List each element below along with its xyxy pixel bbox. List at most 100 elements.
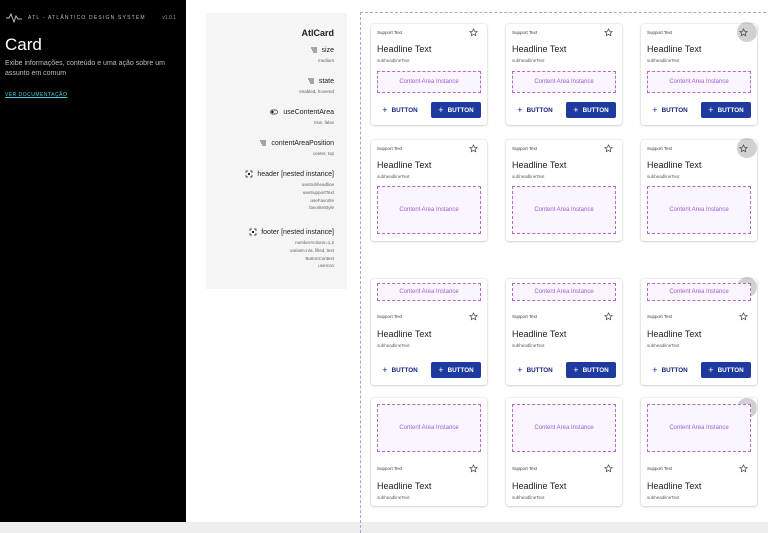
properties-panel: AtlCard size medium state enabled, hover… (206, 13, 347, 289)
card-variant[interactable]: Content Area Instance Support Text Headl… (506, 279, 622, 385)
card-variant-hovered[interactable]: Content Area Instance Support Text Headl… (641, 277, 757, 385)
prop-value: useSubheadline (301, 182, 334, 187)
star-outline-icon[interactable] (739, 28, 748, 37)
card-variant-hovered[interactable]: Support Text Headline Text subheadlineTe… (641, 22, 757, 125)
prop-value: variant=n/a, filled, text (290, 247, 334, 253)
toggle-icon (270, 109, 279, 115)
text-button[interactable]: + BUTTON (647, 362, 693, 378)
star-outline-icon[interactable] (469, 28, 478, 37)
prop-state: state enabled, hovered (299, 77, 334, 96)
prop-value: medium (317, 58, 334, 63)
headline-text: Headline Text (512, 44, 567, 54)
card-variant-hovered[interactable]: Content Area Instance Support Text Headl… (641, 398, 757, 506)
documentation-link[interactable]: VER DOCUMENTAÇÃO (5, 92, 67, 98)
prop-label: state (318, 77, 334, 85)
headline-text: Headline Text (377, 329, 432, 339)
plus-icon: + (517, 364, 523, 375)
waveform-logo-icon (6, 13, 22, 23)
subheadline-text: subheadlineText (377, 174, 410, 179)
prop-header-instance: header [nested instance] useSubheadline … (245, 170, 334, 212)
star-outline-icon[interactable] (739, 464, 748, 473)
support-text: Support Text (512, 30, 538, 35)
prop-content-area-position: contentAreaPosition center, top (259, 139, 334, 158)
headline-text: Headline Text (377, 481, 432, 491)
content-area: Content Area Instance (512, 283, 616, 301)
star-outline-icon[interactable] (604, 464, 613, 473)
card-variant[interactable]: Support Text Headline Text subheadlineTe… (506, 140, 622, 241)
star-outline-icon[interactable] (604, 28, 613, 37)
sidebar-header: ATL - ATLÂNTICO DESIGN SYSTEM v1.0.1 (6, 12, 176, 24)
prop-label: header [nested instance] (257, 170, 334, 178)
support-text: Support Text (377, 314, 403, 319)
filled-button[interactable]: + BUTTON (431, 362, 481, 378)
headline-text: Headline Text (377, 160, 432, 170)
subheadline-text: subheadlineText (512, 343, 545, 348)
star-outline-icon[interactable] (469, 464, 478, 473)
star-outline-icon[interactable] (739, 312, 748, 321)
support-text: Support Text (377, 146, 403, 151)
content-area: Content Area Instance (512, 186, 616, 234)
support-text: Support Text (377, 30, 403, 35)
prop-value: favoriteStyle (309, 205, 334, 211)
content-area: Content Area Instance (647, 283, 751, 301)
brand-name: ATL - ATLÂNTICO DESIGN SYSTEM (28, 15, 146, 21)
page-description: Exibe informações, conteúdo e uma ação s… (5, 60, 165, 77)
instance-icon (249, 228, 257, 236)
card-variant[interactable]: Support Text Headline Text subheadlineTe… (506, 24, 622, 125)
support-text: Support Text (377, 466, 403, 471)
support-text: Support Text (647, 146, 673, 151)
filled-button[interactable]: + BUTTON (566, 102, 616, 118)
subheadline-text: subheadlineText (377, 343, 410, 348)
star-outline-icon[interactable] (604, 312, 613, 321)
text-button[interactable]: + BUTTON (377, 102, 423, 118)
content-area: Content Area Instance (647, 71, 751, 93)
plus-icon: + (382, 104, 388, 115)
content-area: Content Area Instance (377, 404, 481, 452)
subheadline-text: subheadlineText (512, 495, 545, 500)
text-button[interactable]: + BUTTON (512, 102, 558, 118)
plus-icon: + (517, 104, 523, 115)
prop-label: footer [nested instance] (261, 228, 334, 236)
prop-value: enabled, hovered (299, 89, 334, 94)
list-icon (260, 140, 267, 146)
plus-icon: + (573, 104, 579, 115)
filled-button[interactable]: + BUTTON (566, 362, 616, 378)
star-outline-icon[interactable] (604, 144, 613, 153)
filled-button[interactable]: + BUTTON (431, 102, 481, 118)
prop-value: true, false (314, 120, 334, 125)
star-outline-icon[interactable] (469, 312, 478, 321)
text-button[interactable]: + BUTTON (647, 102, 693, 118)
headline-text: Headline Text (377, 44, 432, 54)
card-variant[interactable]: Support Text Headline Text subheadlineTe… (371, 24, 487, 125)
button-label: BUTTON (391, 366, 418, 374)
card-variant[interactable]: Content Area Instance Support Text Headl… (371, 398, 487, 506)
button-label: BUTTON (661, 106, 688, 114)
subheadline-text: subheadlineText (512, 174, 545, 179)
prop-value: numberActions=1,2 (295, 240, 334, 245)
star-outline-icon[interactable] (739, 144, 748, 153)
content-area: Content Area Instance (512, 71, 616, 93)
prop-label: contentAreaPosition (271, 139, 334, 147)
headline-text: Headline Text (512, 160, 567, 170)
card-variant-hovered[interactable]: Support Text Headline Text subheadlineTe… (641, 138, 757, 241)
card-variant[interactable]: Support Text Headline Text subheadlineTe… (371, 140, 487, 241)
support-text: Support Text (647, 314, 673, 319)
subheadline-text: subheadlineText (512, 58, 545, 63)
plus-icon: + (573, 364, 579, 375)
subheadline-text: subheadlineText (377, 58, 410, 63)
star-outline-icon[interactable] (469, 144, 478, 153)
text-button[interactable]: + BUTTON (512, 362, 558, 378)
prop-footer-instance: footer [nested instance] numberActions=1… (249, 228, 334, 270)
plus-icon: + (438, 104, 444, 115)
filled-button[interactable]: + BUTTON (701, 362, 751, 378)
filled-button[interactable]: + BUTTON (701, 102, 751, 118)
list-icon (307, 78, 314, 84)
plus-icon: + (708, 104, 714, 115)
card-variant[interactable]: Content Area Instance Support Text Headl… (371, 279, 487, 385)
headline-text: Headline Text (647, 160, 702, 170)
button-label: BUTTON (582, 106, 609, 114)
text-button[interactable]: + BUTTON (377, 362, 423, 378)
headline-text: Headline Text (512, 481, 567, 491)
card-variant[interactable]: Content Area Instance Support Text Headl… (506, 398, 622, 506)
button-label: BUTTON (447, 106, 474, 114)
